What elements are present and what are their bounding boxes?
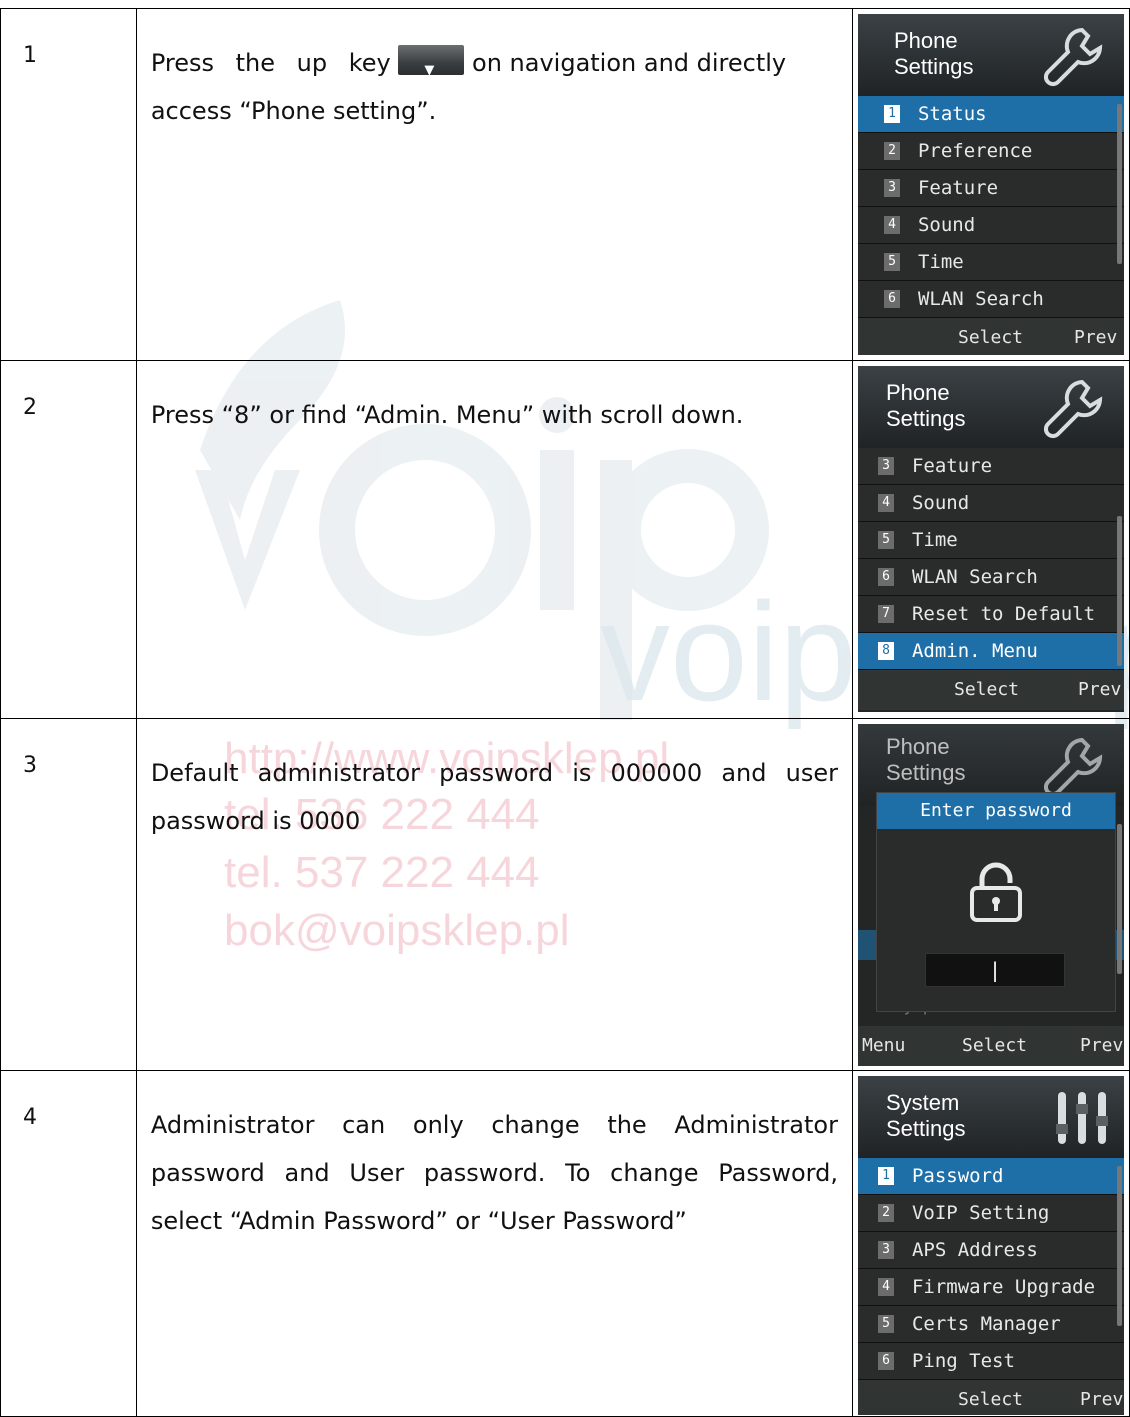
phone-screen: Phone Settings 1 Status 2 Preference 3 Featu… — [857, 14, 1124, 355]
screen-title: Phone Settings — [885, 734, 966, 785]
phone-screen: Phone Settings 3 Feature 4 Sound 5 Time 6 WLA… — [857, 366, 1124, 712]
wrench-icon — [1043, 737, 1103, 797]
password-dialog: Enter password | — [875, 792, 1116, 1012]
table-row: 2 Press “8” or find “Admin. Menu” with s… — [0, 360, 1130, 719]
phone-screen: PhoneSettings My phone info. Enter passw… — [857, 724, 1124, 1066]
lock-icon — [969, 862, 1022, 922]
softkey-select[interactable]: Select — [958, 327, 1023, 348]
phone-screenshot-cell: PhoneSettings My phone info. Enter passw… — [851, 718, 1130, 1071]
scrollbar[interactable] — [1116, 1166, 1122, 1326]
table-row: 4 Administrator can only change the Admi… — [0, 1070, 1130, 1417]
wrench-icon — [1043, 379, 1103, 439]
step-description-cell: Press “8” or find “Admin. Menu” with scr… — [135, 360, 853, 719]
step-number-cell: 1 — [0, 8, 137, 361]
softkey-select[interactable]: Select — [954, 679, 1019, 700]
menu-item-time[interactable]: 5 Time — [857, 244, 1124, 281]
softkey-bar: Select Prev — [857, 318, 1124, 355]
step-number: 2 — [23, 395, 37, 420]
screen-header: Phone Settings — [857, 14, 1124, 96]
menu-item-aps-address[interactable]: 3 APS Address — [857, 1232, 1124, 1269]
menu-item-preference[interactable]: 2 Preference — [857, 133, 1124, 170]
step-description: Administrator can only change the Admini… — [150, 1111, 838, 1235]
step-number: 3 — [23, 753, 37, 778]
step-description: Default administrator password is 000000… — [150, 759, 838, 835]
menu-item-firmware-upgrade[interactable]: 4 Firmware Upgrade — [857, 1269, 1124, 1306]
menu-item-reset-to-default[interactable]: 7 Reset to Default — [857, 596, 1124, 633]
phone-screenshot-cell: System Settings 1 Password 2 VoIP Setting 3… — [851, 1070, 1130, 1417]
screen-title: Phone Settings — [893, 28, 974, 79]
step-text-before: Press the up key — [150, 49, 391, 77]
menu-item-voip-setting[interactable]: 2 VoIP Setting — [857, 1195, 1124, 1232]
step-number-cell: 4 — [0, 1070, 137, 1417]
phone-screen: System Settings 1 Password 2 VoIP Setting 3… — [857, 1076, 1124, 1415]
step-number-cell: 3 — [0, 718, 137, 1071]
menu-item-sound[interactable]: 4 Sound — [857, 485, 1124, 522]
menu-item-feature[interactable]: 3 Feature — [857, 170, 1124, 207]
step-description: Press the up key on navigation and direc… — [137, 9, 852, 135]
scrollbar[interactable] — [1116, 824, 1122, 974]
menu-item-sound[interactable]: 4 Sound — [857, 207, 1124, 244]
step-number: 1 — [23, 43, 37, 68]
menu-list: 1 Status 2 Preference 3 Feature 4 Sound 5 Tim… — [857, 96, 1124, 318]
sliders-icon — [1055, 1092, 1108, 1144]
password-input[interactable]: | — [924, 953, 1065, 987]
down-key-icon — [398, 45, 465, 95]
softkey-menu[interactable]: Menu — [862, 1035, 905, 1056]
softkey-bar: Menu Select Prev — [857, 1026, 1124, 1066]
menu-list: 1 Password 2 VoIP Setting 3 APS Address 4 Fi… — [857, 1158, 1124, 1380]
menu-item-certs-manager[interactable]: 5 Certs Manager — [857, 1306, 1124, 1343]
menu-item-ping-test[interactable]: 6 Ping Test — [857, 1343, 1124, 1380]
softkey-prev[interactable]: Prev — [1080, 1389, 1123, 1410]
menu-item-admin-menu[interactable]: 8 Admin. Menu — [857, 633, 1124, 670]
softkey-prev[interactable]: Prev — [1074, 327, 1117, 348]
phone-screenshot-cell: Phone Settings 3 Feature 4 Sound 5 Time 6 WLA… — [851, 360, 1130, 719]
softkey-prev[interactable]: Prev — [1078, 679, 1121, 700]
table-row: 1 Press the up key on navigation and dir… — [0, 8, 1130, 361]
dialog-title: Enter password — [876, 793, 1115, 829]
screen-header: System Settings — [857, 1076, 1124, 1158]
menu-item-password[interactable]: 1 Password — [857, 1158, 1124, 1195]
menu-item-wlan-search[interactable]: 6 WLAN Search — [857, 559, 1124, 596]
steps-table: 1 Press the up key on navigation and dir… — [0, 8, 1130, 1417]
step-number-cell: 2 — [0, 360, 137, 719]
menu-item-wlan-search[interactable]: 6 WLAN Search — [857, 281, 1124, 318]
step-description-cell: Press the up key on navigation and direc… — [135, 8, 853, 361]
phone-screenshot-cell: Phone Settings 1 Status 2 Preference 3 Featu… — [851, 8, 1130, 361]
step-description: Press “8” or find “Admin. Menu” with scr… — [150, 401, 744, 429]
softkey-select[interactable]: Select — [958, 1389, 1023, 1410]
table-row: 3 Default administrator password is 0000… — [0, 718, 1130, 1071]
scrollbar[interactable] — [1116, 104, 1122, 264]
softkey-bar: Select Prev — [857, 670, 1124, 710]
menu-item-status[interactable]: 1 Status — [857, 96, 1124, 133]
step-number: 4 — [23, 1105, 37, 1130]
step-description-cell: Default administrator password is 000000… — [135, 718, 853, 1071]
menu-list: 3 Feature 4 Sound 5 Time 6 WLAN Search 7 Rese… — [857, 448, 1124, 670]
softkey-bar: Select Prev — [857, 1380, 1124, 1415]
step-description-cell: Administrator can only change the Admini… — [135, 1070, 853, 1417]
menu-item-feature[interactable]: 3 Feature — [857, 448, 1124, 485]
softkey-prev[interactable]: Prev — [1080, 1035, 1123, 1056]
screen-title: Phone Settings — [885, 380, 966, 431]
menu-item-time[interactable]: 5 Time — [857, 522, 1124, 559]
screen-title: System Settings — [885, 1090, 966, 1141]
screen-header: Phone Settings — [857, 366, 1124, 448]
wrench-icon — [1043, 27, 1103, 87]
softkey-select[interactable]: Select — [962, 1035, 1027, 1056]
scrollbar[interactable] — [1116, 516, 1122, 666]
